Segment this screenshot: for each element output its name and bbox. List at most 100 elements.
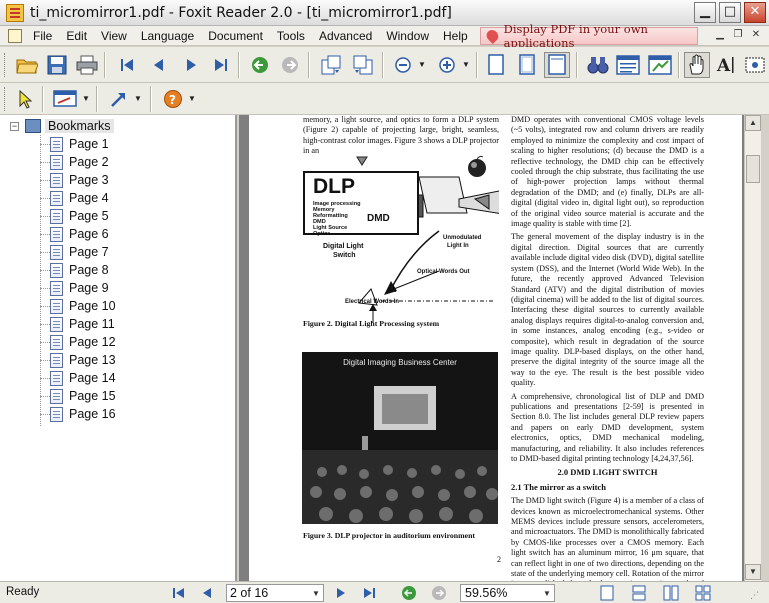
- typewriter-icon[interactable]: [52, 86, 78, 112]
- find-binoculars-icon[interactable]: [585, 52, 611, 78]
- bookmarks-book-icon: [25, 119, 41, 133]
- first-page-icon[interactable]: [114, 52, 140, 78]
- save-icon[interactable]: [44, 52, 70, 78]
- bookmark-page-15[interactable]: Page 15: [40, 387, 116, 405]
- foxit-app-icon[interactable]: [6, 3, 24, 22]
- collapse-icon[interactable]: −: [10, 121, 19, 131]
- promo-banner[interactable]: Display PDF in your own applications: [480, 22, 698, 50]
- status-first-page-icon[interactable]: [170, 584, 188, 602]
- next-page-icon[interactable]: [178, 52, 204, 78]
- page-icon: [50, 298, 63, 314]
- menu-view[interactable]: View: [94, 26, 134, 46]
- previous-page-icon[interactable]: [146, 52, 172, 78]
- zoom-in-dropdown[interactable]: ▼: [462, 52, 470, 78]
- go-forward-icon[interactable]: [277, 52, 303, 78]
- status-last-page-icon[interactable]: [360, 584, 378, 602]
- document-view[interactable]: memory, a light source, and optics to fo…: [239, 115, 744, 581]
- screenshot-icon[interactable]: [647, 52, 673, 78]
- rotate-left-icon[interactable]: [318, 52, 344, 78]
- zoom-out-dropdown[interactable]: ▼: [418, 52, 426, 78]
- bookmark-page-3[interactable]: Page 3: [40, 171, 109, 189]
- menu-help[interactable]: Help: [436, 26, 475, 46]
- pdf-page[interactable]: memory, a light source, and optics to fo…: [249, 115, 742, 581]
- bookmark-page-9[interactable]: Page 9: [40, 279, 109, 297]
- child-minimize-button[interactable]: ▁: [712, 28, 728, 43]
- zoom-out-icon[interactable]: [390, 52, 416, 78]
- scroll-up-arrow[interactable]: ▲: [745, 115, 761, 131]
- bookmark-page-1[interactable]: Page 1: [40, 135, 109, 153]
- single-page-view-icon[interactable]: [598, 584, 616, 602]
- bookmark-page-6[interactable]: Page 6: [40, 225, 109, 243]
- menu-window[interactable]: Window: [379, 26, 436, 46]
- toolbar-grip[interactable]: [4, 87, 7, 111]
- select-arrow-icon[interactable]: [12, 86, 38, 112]
- help-dropdown[interactable]: ▼: [188, 86, 196, 112]
- continuous-view-icon[interactable]: [630, 584, 648, 602]
- typewriter-dropdown[interactable]: ▼: [82, 86, 90, 112]
- go-back-icon[interactable]: [247, 52, 273, 78]
- menu-language[interactable]: Language: [134, 26, 201, 46]
- bookmark-page-12[interactable]: Page 12: [40, 333, 116, 351]
- section-heading: 2.0 DMD LIGHT SWITCH: [557, 467, 658, 478]
- print-icon[interactable]: [74, 52, 100, 78]
- draw-arrow-icon[interactable]: [106, 86, 132, 112]
- resize-grip[interactable]: ⋰: [750, 590, 764, 602]
- scroll-down-arrow[interactable]: ▼: [745, 564, 761, 580]
- last-page-icon[interactable]: [208, 52, 234, 78]
- open-folder-icon[interactable]: [14, 52, 40, 78]
- status-previous-page-icon[interactable]: [198, 584, 216, 602]
- draw-arrow-dropdown[interactable]: ▼: [134, 86, 142, 112]
- child-close-button[interactable]: ✕: [748, 28, 764, 43]
- svg-text:?: ?: [169, 93, 176, 107]
- document-icon[interactable]: [8, 28, 22, 43]
- help-icon[interactable]: ?: [160, 86, 186, 112]
- menu-edit[interactable]: Edit: [59, 26, 94, 46]
- page-number-input[interactable]: 2 of 16 ▼: [226, 584, 324, 602]
- status-next-page-icon[interactable]: [332, 584, 350, 602]
- chevron-down-icon[interactable]: ▼: [540, 589, 554, 598]
- status-ready: Ready: [6, 586, 40, 598]
- actual-size-icon[interactable]: [483, 52, 509, 78]
- text-select-icon[interactable]: A: [714, 52, 740, 78]
- fit-width-icon[interactable]: [544, 52, 570, 78]
- bookmark-page-13[interactable]: Page 13: [40, 351, 116, 369]
- fit-page-icon[interactable]: [514, 52, 540, 78]
- bookmark-page-16[interactable]: Page 16: [40, 405, 116, 423]
- bookmark-page-7[interactable]: Page 7: [40, 243, 109, 261]
- properties-icon[interactable]: [615, 52, 641, 78]
- menu-file[interactable]: File: [26, 26, 59, 46]
- bookmark-page-14[interactable]: Page 14: [40, 369, 116, 387]
- child-restore-button[interactable]: ❐: [730, 28, 746, 43]
- close-button[interactable]: ✕: [744, 2, 766, 23]
- window-title: ti_micromirror1.pdf - Foxit Reader 2.0 -…: [30, 4, 452, 21]
- facing-view-icon[interactable]: [662, 584, 680, 602]
- rotate-right-icon[interactable]: [350, 52, 376, 78]
- zoom-input[interactable]: 59.56% ▼: [460, 584, 555, 602]
- minimize-button[interactable]: ▁: [694, 2, 716, 23]
- menu-tools[interactable]: Tools: [270, 26, 312, 46]
- menu-advanced[interactable]: Advanced: [312, 26, 379, 46]
- bookmark-page-8[interactable]: Page 8: [40, 261, 109, 279]
- bookmark-page-11[interactable]: Page 11: [40, 315, 115, 333]
- status-back-icon[interactable]: [400, 584, 418, 602]
- unmodulated-label-2: Light In: [447, 243, 469, 249]
- page-icon: [50, 262, 63, 278]
- bookmark-page-10[interactable]: Page 10: [40, 297, 116, 315]
- chevron-down-icon[interactable]: ▼: [309, 589, 323, 598]
- menu-document[interactable]: Document: [201, 26, 270, 46]
- bookmark-page-5[interactable]: Page 5: [40, 207, 109, 225]
- toolbar-grip[interactable]: [4, 53, 7, 77]
- status-forward-icon[interactable]: [430, 584, 448, 602]
- bookmark-page-2[interactable]: Page 2: [40, 153, 109, 171]
- bookmark-page-4[interactable]: Page 4: [40, 189, 109, 207]
- scroll-thumb[interactable]: [746, 155, 760, 183]
- hand-tool-icon[interactable]: [684, 52, 710, 78]
- bookmarks-root[interactable]: − Bookmarks: [10, 119, 114, 133]
- dlp-title: DLP: [313, 175, 355, 198]
- maximize-button[interactable]: □: [719, 2, 741, 23]
- zoom-in-icon[interactable]: [434, 52, 460, 78]
- snapshot-tool-icon[interactable]: [742, 52, 768, 78]
- continuous-facing-view-icon[interactable]: [694, 584, 712, 602]
- vertical-scrollbar[interactable]: ▲ ▼: [744, 115, 761, 581]
- dlp-component-list: Image processing Memory Reformatting DMD…: [313, 201, 361, 237]
